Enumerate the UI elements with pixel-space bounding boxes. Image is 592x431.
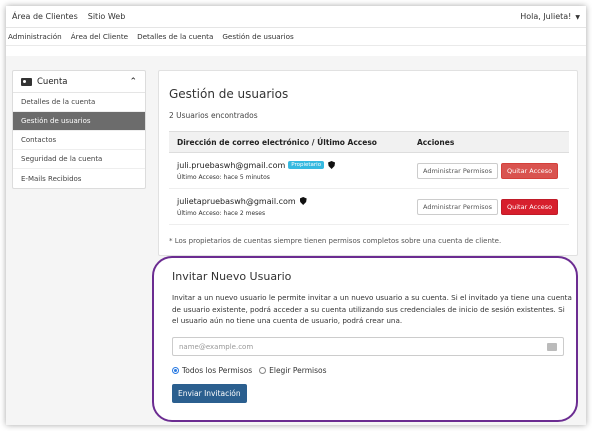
content-area: Cuenta ⌃ Detalles de la cuenta Gestión d… [6,56,586,425]
users-table: Dirección de correo electrónico / Último… [169,131,569,225]
manage-permissions-button[interactable]: Administrar Permisos [417,198,498,215]
top-navbar: Área de Clientes Sitio Web Hola, Julieta… [6,6,586,28]
owners-note: * Los propietarios de cuentas siempre ti… [169,237,502,245]
sidebar-header-label: Cuenta [37,76,68,87]
sidebar-item-contacts[interactable]: Contactos [13,131,145,150]
sidebar: Cuenta ⌃ Detalles de la cuenta Gestión d… [12,70,146,189]
nav-client-area[interactable]: Área de Clientes [12,12,78,21]
remove-access-button[interactable]: Quitar Acceso [500,162,559,179]
breadcrumb-client-area[interactable]: Área del Cliente [71,32,128,41]
sidebar-item-account-details[interactable]: Detalles de la cuenta [13,93,145,112]
radio-all-permissions[interactable]: Todos los Permisos [172,366,252,375]
page-title: Gestión de usuarios [169,87,289,101]
shield-icon [328,161,336,169]
breadcrumb-user-management: Gestión de usuarios [222,32,294,41]
breadcrumb-account-details[interactable]: Detalles de la cuenta [137,32,213,41]
radio-all-label: Todos los Permisos [182,366,253,375]
sidebar-item-user-management[interactable]: Gestión de usuarios [13,112,145,131]
app-window: Área de Clientes Sitio Web Hola, Julieta… [6,6,586,425]
user-email: juli.pruebaswh@gmail.com [177,160,286,170]
sidebar-item-account-security[interactable]: Seguridad de la cuenta [13,150,145,169]
last-access: Último Acceso: hace 2 meses [177,209,266,217]
table-header: Dirección de correo electrónico / Último… [169,131,569,153]
nav-website[interactable]: Sitio Web [88,12,126,21]
invite-email-input[interactable]: name@example.com [172,337,564,356]
users-count: 2 Usuarios encontrados [169,111,258,120]
remove-access-button[interactable]: Quitar Acceso [500,198,559,215]
radio-choose-label: Elegir Permisos [269,366,327,375]
caret-down-icon: ▼ [575,14,580,21]
breadcrumb-admin[interactable]: Administración [8,32,62,41]
sidebar-item-emails-received[interactable]: E-Mails Recibidos [13,169,145,188]
invite-user-panel: Invitar Nuevo Usuario Invitar a un nuevo… [152,256,578,422]
user-email: julietapruebaswh@gmail.com [177,196,296,206]
table-row: juli.pruebaswh@gmail.com Propietario Últ… [169,153,569,189]
col-actions-header: Acciones [417,137,455,147]
invite-email-placeholder: name@example.com [179,342,254,351]
manage-permissions-button[interactable]: Administrar Permisos [417,162,498,179]
invite-title: Invitar Nuevo Usuario [172,270,292,283]
permissions-radio-group: Todos los Permisos Elegir Permisos [172,366,334,375]
radio-selected-icon [172,367,179,374]
radio-unselected-icon [259,367,267,374]
invite-description: Invitar a un nuevo usuario le permite in… [172,293,572,325]
autofill-icon[interactable] [547,342,557,351]
users-panel: Gestión de usuarios 2 Usuarios encontrad… [158,70,578,256]
shield-icon [299,197,307,205]
id-card-icon [21,77,32,86]
table-row: julietapruebaswh@gmail.com Último Acceso… [169,189,569,225]
chevron-up-icon[interactable]: ⌃ [129,77,137,87]
col-email-header: Dirección de correo electrónico / Último… [177,137,377,147]
radio-choose-permissions[interactable]: Elegir Permisos [259,366,327,375]
breadcrumb: Administración Área del Cliente Detalles… [6,28,586,46]
send-invitation-button[interactable]: Enviar Invitación [172,384,247,403]
last-access: Último Acceso: hace 5 minutos [177,173,270,181]
greeting-label: Hola, Julieta! [520,12,572,21]
sidebar-header[interactable]: Cuenta ⌃ [13,71,145,93]
owner-badge: Propietario [288,161,325,169]
user-greeting-menu[interactable]: Hola, Julieta! ▼ [520,12,580,21]
